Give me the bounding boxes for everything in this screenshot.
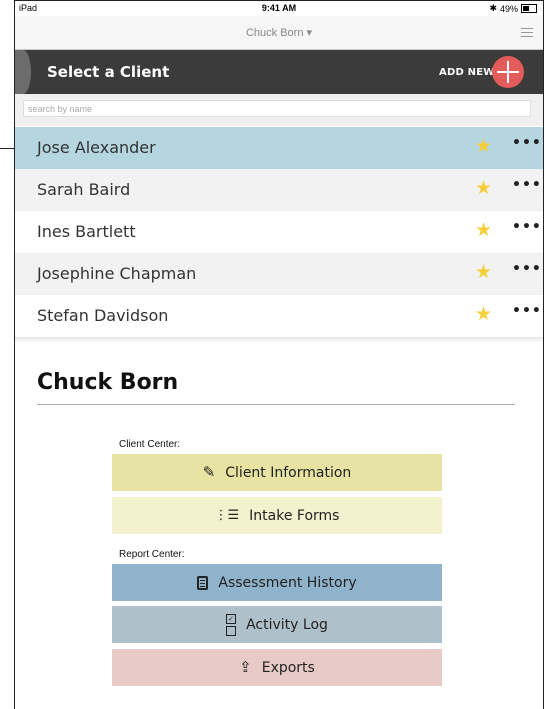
share-icon: ⇪ [239, 658, 252, 676]
add-new-button[interactable] [492, 56, 524, 88]
client-profile-title: Chuck Born [37, 370, 179, 395]
client-center-label: Client Center: [119, 439, 181, 450]
client-information-button[interactable]: ✎ Client Information [112, 454, 442, 491]
back-tab[interactable] [15, 50, 31, 94]
search-area [15, 94, 543, 126]
checklist-icon: ✓ [226, 613, 237, 636]
battery-percent: 49% [499, 3, 518, 14]
assessment-history-button[interactable]: Assessment History [112, 564, 442, 601]
document-icon [197, 575, 209, 590]
profile-divider [37, 404, 515, 405]
assessment-history-label: Assessment History [218, 574, 357, 591]
add-new-label[interactable]: ADD NEW [439, 67, 494, 78]
intake-forms-label: Intake Forms [249, 507, 340, 524]
client-row[interactable]: Josephine Chapman ★ ••• [15, 253, 543, 295]
report-center-label: Report Center: [119, 549, 185, 560]
more-options-icon[interactable]: ••• [512, 177, 542, 193]
client-row[interactable]: Sarah Baird ★ ••• [15, 169, 543, 211]
nav-bar: Chuck Born ▾ [15, 16, 543, 50]
favorite-star-icon[interactable]: ★ [475, 221, 492, 240]
hamburger-menu-icon[interactable] [521, 28, 533, 37]
activity-log-label: Activity Log [246, 616, 328, 633]
more-options-icon[interactable]: ••• [512, 261, 542, 277]
pencil-icon: ✎ [202, 463, 216, 481]
client-row[interactable]: Stefan Davidson ★ ••• [15, 295, 543, 337]
exports-label: Exports [261, 659, 315, 676]
ipad-screen: iPad ︎ 9:41 AM ✱ 49% Chuck Born ▾ Select… [15, 1, 543, 709]
status-bar: iPad ︎ 9:41 AM ✱ 49% [15, 1, 543, 15]
header-title: Select a Client [47, 63, 170, 81]
exports-button[interactable]: ⇪ Exports [112, 649, 442, 686]
favorite-star-icon[interactable]: ★ [475, 305, 492, 324]
bluetooth-icon: ✱ [489, 3, 497, 13]
more-options-icon[interactable]: ••• [512, 135, 542, 151]
more-options-icon[interactable]: ••• [512, 219, 542, 235]
favorite-star-icon[interactable]: ★ [475, 263, 492, 282]
client-name: Ines Bartlett [37, 222, 136, 241]
status-right: ✱ 49% [489, 3, 537, 14]
search-input[interactable] [23, 100, 531, 117]
client-name: Stefan Davidson [37, 306, 169, 325]
client-list: Jose Alexander ★ ••• Sarah Baird ★ ••• I… [15, 127, 543, 337]
favorite-star-icon[interactable]: ★ [475, 179, 492, 198]
client-row[interactable]: Ines Bartlett ★ ••• [15, 211, 543, 253]
activity-log-button[interactable]: ✓ Activity Log [112, 606, 442, 643]
client-name: Josephine Chapman [37, 264, 197, 283]
favorite-star-icon[interactable]: ★ [475, 137, 492, 156]
account-switcher[interactable]: Chuck Born ▾ [15, 26, 543, 39]
numbered-list-icon: ⋮☰ [214, 508, 240, 523]
status-time: 9:41 AM [261, 3, 297, 13]
list-divider-shadow [15, 337, 543, 343]
battery-fill [523, 6, 529, 11]
battery-icon [521, 4, 537, 13]
client-header: Select a Client ADD NEW [15, 50, 543, 94]
intake-forms-button[interactable]: ⋮☰ Intake Forms [112, 497, 442, 534]
client-row[interactable]: Jose Alexander ★ ••• [15, 127, 543, 169]
client-name: Jose Alexander [37, 138, 156, 157]
frame-border-right [543, 0, 544, 709]
client-information-label: Client Information [225, 464, 352, 481]
more-options-icon[interactable]: ••• [512, 303, 542, 319]
client-name: Sarah Baird [37, 180, 131, 199]
